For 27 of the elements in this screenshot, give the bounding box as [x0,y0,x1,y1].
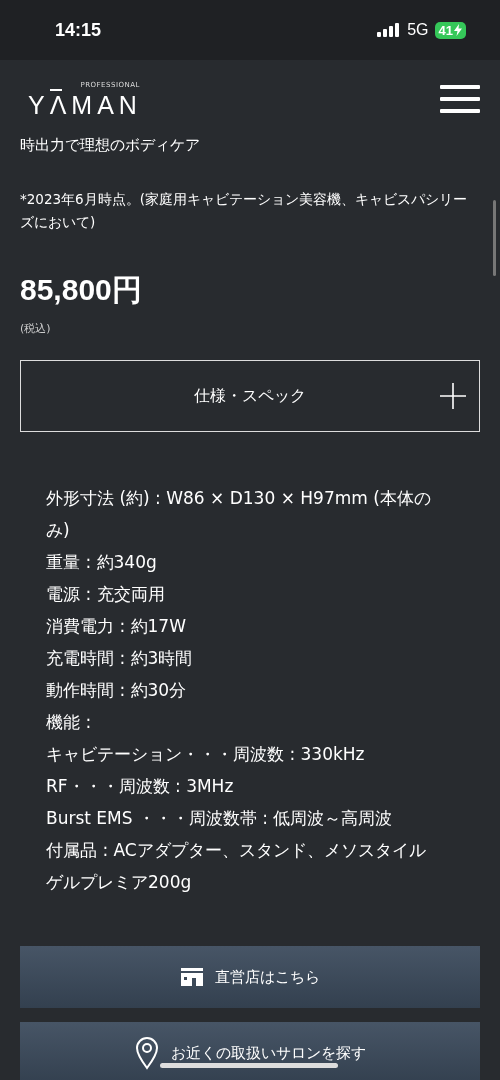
spec-line: キャビテーション・・・周波数 : 330kHz [46,743,366,766]
brand-logo[interactable]: YΛMAN [28,89,142,120]
spec-line: 充電時間 : 約3時間 [46,647,194,670]
network-label: 5G [407,21,429,39]
location-pin-icon [134,1036,159,1070]
spec-line: Burst EMS ・・・周波数帯 : 低周波～高周波 [46,807,394,830]
spec-line: 消費電力 : 約17W [46,615,187,638]
spec-line: RF・・・周波数 : 3MHz [46,775,235,798]
plus-icon [439,382,467,410]
shop-icon [180,968,203,986]
spec-accordion[interactable]: 仕様・スペック [20,360,480,432]
spec-line: 外形寸法 (約) : W86 × D130 × H97mm (本体のみ) [46,487,432,542]
footnote: *2023年6月時点。(家庭用キャビテーション美容機、キャビスパシリーズにおいて) [20,190,468,232]
store-link-button[interactable]: お近くの取扱いサロンを探す [20,1022,480,1080]
status-time: 14:15 [55,19,102,41]
spec-line: 機能 : [46,711,93,734]
spec-line: 重量 : 約340g [46,551,158,574]
tagline: 時出力で理想のボディケア [20,136,201,155]
spec-line: 付属品 : ACアダプター、スタンド、メソスタイルゲルプレミア200g [46,839,427,894]
spec-line: 電源 : 充交両用 [46,583,166,606]
store-link-button[interactable]: 直営店はこちら [20,946,480,1008]
menu-icon[interactable] [440,85,480,113]
spec-line: 動作時間 : 約30分 [46,679,188,702]
tax-note: (税込) [20,321,52,336]
price: 85,800円 [20,272,143,308]
signal-icon [377,23,402,37]
battery-indicator: 41 [434,21,466,39]
